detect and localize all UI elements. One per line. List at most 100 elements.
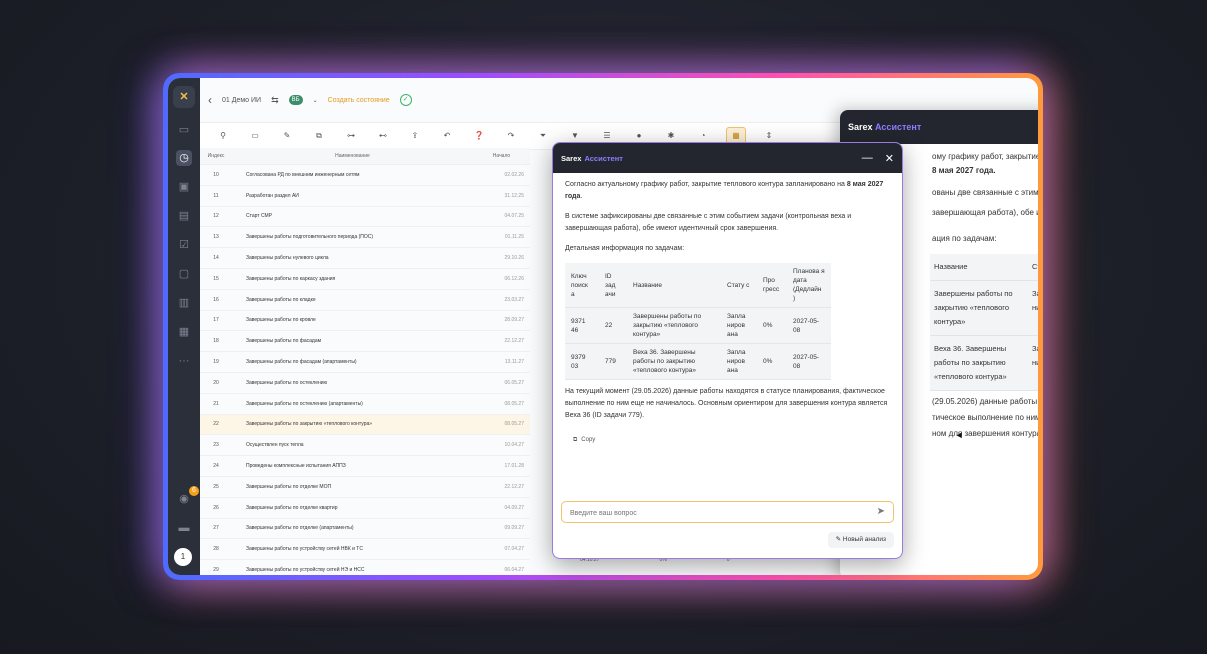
table-row[interactable]: 23 Осуществлен пуск тепла 10.04.27: [200, 434, 530, 457]
clipboard-icon[interactable]: ▭: [246, 128, 264, 144]
table-row[interactable]: 29 Завершены работы по устройству сетей Н…: [200, 559, 530, 575]
cell-index: 23: [200, 434, 232, 457]
pencil-icon[interactable]: ✎: [278, 128, 296, 144]
cell-index: 10: [200, 164, 232, 186]
search-icon[interactable]: ⚲: [214, 128, 232, 144]
table-row[interactable]: 24 Проведены комплексные испытания АППЗ 17…: [200, 455, 530, 477]
table-row[interactable]: 20 Завершены работы по остеклению 06.05.27: [200, 372, 530, 394]
chat-col-progress: Про гресс: [757, 263, 787, 308]
table-row[interactable]: 25 Завершены работы по отделке МОП 22.12.2…: [200, 476, 530, 498]
new-analysis-button[interactable]: ✎ Новый анализ: [827, 532, 894, 548]
cell-name: Завершены работы нулевого цикла: [232, 247, 473, 269]
table-row: 9379 03 779 Веха 36. Завершены работы по…: [565, 343, 831, 380]
table-row[interactable]: 11 Разработан раздел АИ 31.12.25: [200, 185, 530, 207]
cell-name: Разработан раздел АИ: [232, 185, 473, 207]
folder-icon[interactable]: ▣: [176, 179, 192, 195]
cell-deadline: 2027-05-08: [787, 343, 831, 380]
table-row[interactable]: 18 Завершены работы по фасадам 22.12.27: [200, 330, 530, 353]
cell-start-date: 06.04.27: [473, 559, 530, 575]
copy-button[interactable]: ⧉ Copy: [567, 430, 601, 450]
column-header-start[interactable]: Начало: [473, 148, 530, 165]
document-icon[interactable]: ▤: [176, 208, 192, 224]
undo-icon[interactable]: ↶: [438, 128, 456, 144]
video-icon[interactable]: ▭: [176, 122, 192, 138]
filter-icon[interactable]: ⏷: [534, 128, 552, 144]
table-row[interactable]: 21 Завершены работы по остеклению (апарта…: [200, 393, 530, 415]
cell-deadline: 2027-05-08: [787, 307, 831, 344]
page-icon[interactable]: ▢: [176, 266, 192, 282]
back-col-status: Стату с: [1028, 254, 1038, 281]
assistant-chat-dialog: Sarex Ассистент — ✕ Согласно актуальному…: [552, 142, 903, 559]
table-row[interactable]: 12 Старт СМР 04.07.25: [200, 206, 530, 228]
chat-header: Sarex Ассистент — ✕: [553, 143, 902, 173]
chevron-down-icon[interactable]: ⌄: [313, 97, 318, 104]
chat-col-id: ID зад ачи: [599, 263, 627, 308]
send-icon[interactable]: ➤: [877, 506, 885, 517]
minimize-icon[interactable]: —: [862, 152, 873, 165]
cell-index: 11: [200, 185, 232, 207]
chat-brand: Sarex: [561, 153, 582, 163]
cell-start-date: 29.10.26: [473, 247, 530, 269]
table-row[interactable]: 10 Согласована РД по внешним инженерным с…: [200, 164, 530, 186]
language-flag-icon[interactable]: ▬: [176, 520, 192, 536]
more-icon[interactable]: ···: [176, 353, 192, 369]
clock-icon[interactable]: ◷: [176, 150, 192, 166]
chat-task-table: Ключ поиск а ID зад ачи Название Стату с…: [565, 263, 831, 380]
back-cell: Веха 36. Завершены работы по закрытию «т…: [930, 335, 1028, 391]
table-row[interactable]: 16 Завершены работы по кладке 23.03.27: [200, 289, 530, 311]
unlink-icon[interactable]: ⊷: [374, 128, 392, 144]
cell-index: 16: [200, 289, 232, 311]
table-row[interactable]: 27 Завершены работы по отделке (апартамен…: [200, 518, 530, 540]
copy-icon: ⧉: [573, 437, 578, 443]
question-input[interactable]: [568, 502, 862, 525]
table-row[interactable]: 19 Завершены работы по фасадам (апартамен…: [200, 351, 530, 373]
swap-icon[interactable]: ⇆: [271, 95, 279, 106]
back-panel-table: Название Стату с Завершены работы по зак…: [930, 254, 1038, 391]
table-row[interactable]: 26 Завершены работы по отделке квартир 04.…: [200, 497, 530, 519]
cell-name: Веха 36. Завершены работы по закрытию «т…: [627, 343, 721, 380]
back-line: тическое выполнение по ним еще н: [932, 413, 1038, 422]
left-rail: ✕ ▭ ◷ ▣ ▤ ☑ ▢ ▥ ▦ ··· ◉ 6 ▬ 1: [168, 78, 200, 575]
table-row: 9371 46 22 Завершены работы по закрытию …: [565, 307, 831, 344]
table-row[interactable]: 28 Завершены работы по устройству сетей Н…: [200, 538, 530, 561]
cell-name: Завершены работы по отделке МОП: [232, 476, 473, 498]
checklist-icon[interactable]: ☑: [176, 237, 192, 253]
table-row[interactable]: 14 Завершены работы нулевого цикла 29.10.2…: [200, 247, 530, 269]
create-state-link[interactable]: Создать состояние: [328, 97, 390, 104]
chat-paragraph: В системе зафиксированы две связанные с …: [565, 213, 852, 232]
close-icon[interactable]: ✕: [885, 152, 894, 165]
cell-progress: 0%: [757, 343, 787, 380]
back-line: ном для завершения контура являе: [932, 429, 1038, 438]
cell-name: Завершены работы по фасадам (апартаменты…: [232, 351, 473, 373]
table-row[interactable]: 15 Завершены работы по каркасу здания 06.1…: [200, 268, 530, 290]
link-icon[interactable]: ⊶: [342, 128, 360, 144]
redo-icon[interactable]: ↷: [502, 128, 520, 144]
back-cell: Запла ниров ана: [1028, 335, 1038, 391]
help-icon[interactable]: ❓: [470, 128, 488, 144]
back-icon[interactable]: ‹: [208, 93, 212, 107]
copy-icon[interactable]: ⧉: [310, 128, 328, 144]
logo-icon[interactable]: ✕: [173, 86, 195, 108]
upload-icon[interactable]: ⇪: [406, 128, 424, 144]
table-row[interactable]: 22 Завершены работы по закрытию «тепловог…: [200, 414, 530, 436]
calendar-icon[interactable]: ▦: [176, 324, 192, 340]
user-chip[interactable]: ВБ: [288, 95, 303, 105]
table-row[interactable]: 17 Завершены работы по кровле 28.09.27: [200, 310, 530, 332]
check-icon: ✓: [399, 94, 412, 106]
cell-start-date: 23.03.27: [473, 289, 530, 311]
back-line: ация по задачам:: [932, 234, 997, 243]
cell-name: Завершены работы по устройству сетей НВК…: [232, 538, 473, 561]
cell-name: Завершены работы по отделке (апартаменты…: [232, 518, 473, 540]
building-icon[interactable]: ▥: [176, 295, 192, 311]
cell-name: Завершены работы по отделке квартир: [232, 497, 473, 519]
avatar[interactable]: 1: [174, 548, 192, 566]
cell-index: 26: [200, 497, 232, 519]
table-row[interactable]: 13 Завершены работы подготовительного пер…: [200, 226, 530, 249]
column-header-name[interactable]: Наименование: [232, 148, 473, 165]
cell-name: Завершены работы по кладке: [232, 289, 473, 311]
cell-start-date: 07.04.27: [473, 538, 530, 561]
column-header-index[interactable]: Индекс: [200, 148, 232, 165]
cell-name: Завершены работы по остеклению (апартаме…: [232, 393, 473, 415]
cell-name: Осуществлен пуск тепла: [232, 434, 473, 457]
project-name[interactable]: 01 Демо ИИ: [222, 97, 261, 104]
